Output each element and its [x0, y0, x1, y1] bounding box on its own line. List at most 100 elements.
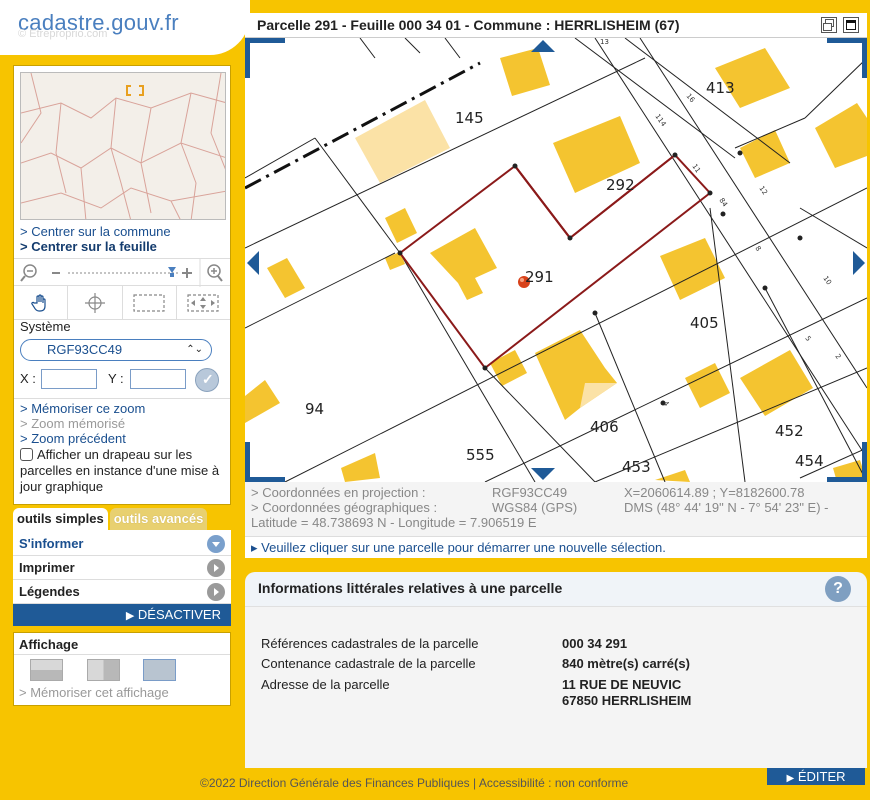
dgfip-link[interactable]: Direction Générale des Finances Publique…: [239, 776, 470, 790]
pan-down-icon: [531, 468, 555, 480]
parcel-label: 94: [305, 400, 324, 418]
chevron-right-icon: [207, 583, 225, 601]
display-title: Affichage: [19, 637, 79, 652]
zoom-extent-icon: [187, 293, 219, 312]
info-body: Références cadastrales de la parcelle 00…: [245, 606, 867, 768]
tool-informer[interactable]: S'informer: [13, 532, 231, 556]
validate-coords-button[interactable]: [195, 368, 219, 392]
map-tools: [14, 286, 230, 320]
projection-coords-link[interactable]: > Coordonnées en projection :: [251, 485, 426, 500]
select-updown-icon: ⌃⌄: [186, 344, 203, 355]
parcel-label: 454: [795, 452, 824, 470]
footer: ©2022 Direction Générale des Finances Pu…: [200, 776, 628, 790]
map-title-bar: Parcelle 291 - Feuille 000 34 01 - Commu…: [245, 13, 867, 38]
small-label: 16: [684, 92, 696, 104]
memorized-zoom-link: > Zoom mémorisé: [20, 416, 126, 431]
x-label: X :: [20, 371, 36, 386]
zoom-in-icon: [207, 264, 223, 282]
parcel-label: 405: [690, 314, 719, 332]
small-label: 84: [717, 197, 729, 209]
display-panel: Affichage > Mémoriser cet affichage: [13, 632, 231, 706]
area-value: 840 mètre(s) carré(s): [562, 656, 690, 671]
deactivate-button[interactable]: ▶ DÉSACTIVER: [13, 604, 231, 626]
buildings: [245, 48, 867, 482]
display-mode-plan[interactable]: [30, 659, 63, 681]
deactivate-label: DÉSACTIVER: [137, 607, 221, 622]
footer-separator: |: [473, 776, 477, 790]
tools-tabs: outils simples outils avancés: [13, 508, 231, 530]
accessibility-link[interactable]: Accessibilité : non conforme: [479, 776, 628, 790]
small-label: 8: [753, 245, 762, 253]
play-arrow-icon: ▶: [125, 610, 135, 622]
parcel-label: 452: [775, 422, 804, 440]
hand-icon: [30, 293, 46, 312]
select-rectangle-tool[interactable]: [123, 286, 177, 319]
parcel-label: 413: [706, 79, 735, 97]
pan-left-icon: [247, 251, 259, 275]
display-mode-mixed[interactable]: [87, 659, 120, 681]
reference-value: 000 34 291: [562, 636, 628, 651]
info-header: Informations littérales relatives à une …: [245, 572, 867, 606]
zoom-extent-tool[interactable]: [177, 286, 230, 319]
help-icon[interactable]: ?: [825, 576, 851, 602]
system-select[interactable]: RGF93CC49 ⌃⌄: [20, 339, 212, 361]
zoom-out-icon: [20, 264, 37, 282]
cadastral-map[interactable]: 145 413 292 291 405 94 406 452 555 453 4…: [245, 38, 867, 482]
tool-imprimer[interactable]: Imprimer: [13, 556, 231, 580]
tool-legendes[interactable]: Légendes: [13, 580, 231, 604]
map-title: Parcelle 291 - Feuille 000 34 01 - Commu…: [257, 17, 680, 33]
area-label: Contenance cadastrale de la parcelle: [261, 656, 476, 671]
projection-value: X=2060614.89 ; Y=8182600.78: [624, 485, 805, 500]
footer-copyright: ©2022: [200, 776, 236, 790]
chevron-down-icon: [207, 535, 225, 553]
pan-up-icon: [531, 40, 555, 52]
tab-simple-tools[interactable]: outils simples: [13, 508, 108, 530]
pan-right-icon: [853, 251, 865, 275]
small-label: 5: [803, 335, 812, 343]
crosshair-icon: [84, 292, 105, 313]
tab-advanced-tools[interactable]: outils avancés: [109, 508, 208, 530]
geographic-coords-link[interactable]: > Coordonnées géographiques :: [251, 500, 437, 515]
x-coordinate-input[interactable]: [41, 369, 97, 389]
tool-informer-label: S'informer: [19, 536, 84, 551]
y-coordinate-input[interactable]: [130, 369, 186, 389]
parcel-label: 453: [622, 458, 651, 476]
latlon-value: Latitude = 48.738693 N - Longitude = 7.9…: [251, 515, 537, 530]
logo-area: cadastre.gouv.fr © Etreproprio.com: [0, 0, 250, 55]
parcel-label: 406: [590, 418, 619, 436]
reference-label: Références cadastrales de la parcelle: [261, 636, 479, 651]
overview-minimap[interactable]: [20, 72, 226, 220]
navigation-panel: > Centrer sur la commune > Centrer sur l…: [13, 65, 231, 505]
flag-checkbox-label: Afficher un drapeau sur les parcelles en…: [20, 447, 220, 494]
parcel-label: 292: [606, 176, 635, 194]
maximize-window-icon[interactable]: [843, 17, 859, 33]
edit-label: ÉDITER: [797, 769, 846, 784]
chevron-right-icon: [207, 559, 225, 577]
selection-hint: ▸ Veuillez cliquer sur une parcelle pour…: [245, 536, 867, 558]
parcel-label: 555: [466, 446, 495, 464]
memorize-zoom-link[interactable]: > Mémoriser ce zoom: [20, 401, 145, 416]
previous-zoom-link[interactable]: > Zoom précédent: [20, 431, 126, 446]
small-label: 10: [821, 275, 833, 287]
display-mode-photo[interactable]: [143, 659, 176, 681]
projection-system: RGF93CC49: [492, 485, 568, 500]
memorize-display-link[interactable]: > Mémoriser cet affichage: [19, 685, 169, 700]
center-commune-link[interactable]: > Centrer sur la commune: [20, 224, 171, 239]
parcel-label: 291: [525, 268, 554, 286]
zoom-bar: [14, 258, 230, 287]
address-street: 11 RUE DE NEUVIC: [562, 677, 682, 692]
selection-rectangle-icon: [133, 293, 165, 312]
tool-imprimer-label: Imprimer: [19, 560, 75, 575]
center-sheet-link[interactable]: > Centrer sur la feuille: [20, 239, 157, 254]
y-label: Y :: [108, 371, 124, 386]
system-label: Système: [20, 319, 71, 334]
edit-button[interactable]: ▶ ÉDITER: [767, 768, 865, 785]
restore-window-icon[interactable]: [821, 17, 837, 33]
small-label: 13: [600, 38, 609, 46]
info-title: Informations littérales relatives à une …: [258, 580, 563, 596]
geographic-system: WGS84 (GPS): [492, 500, 578, 515]
center-tool[interactable]: [68, 286, 123, 319]
tool-legendes-label: Légendes: [19, 584, 80, 599]
pan-hand-tool[interactable]: [14, 286, 69, 319]
small-label: 114: [653, 113, 668, 129]
